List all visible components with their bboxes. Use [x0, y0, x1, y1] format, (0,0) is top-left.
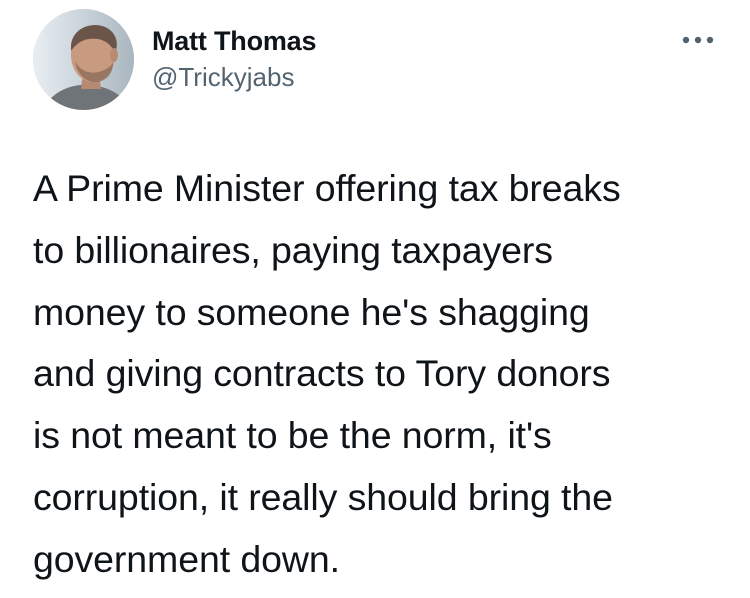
tweet-text-line: corruption, it really should bring the: [33, 475, 613, 518]
tweet-text: A Prime Minister offering tax breaks to …: [33, 158, 733, 591]
user-handle[interactable]: @Trickyjabs: [152, 61, 294, 93]
tweet-text-line: and giving contracts to Tory donors: [33, 352, 611, 395]
more-horizontal-icon: [682, 36, 714, 44]
tweet-text-line: to billionaires, paying taxpayers: [33, 228, 553, 271]
tweet-card: Matt Thomas @Trickyjabs A Prime Minister…: [0, 0, 750, 598]
tweet-text-line: government down.: [33, 537, 340, 580]
avatar[interactable]: [33, 9, 134, 110]
tweet-text-line: money to someone he's shagging: [33, 290, 590, 333]
tweet-text-line: is not meant to be the norm, it's: [33, 414, 552, 457]
display-name[interactable]: Matt Thomas: [152, 24, 317, 58]
more-options-button[interactable]: [676, 26, 720, 54]
tweet-text-line: A Prime Minister offering tax breaks: [33, 167, 621, 209]
profile-photo-icon: [33, 9, 134, 110]
